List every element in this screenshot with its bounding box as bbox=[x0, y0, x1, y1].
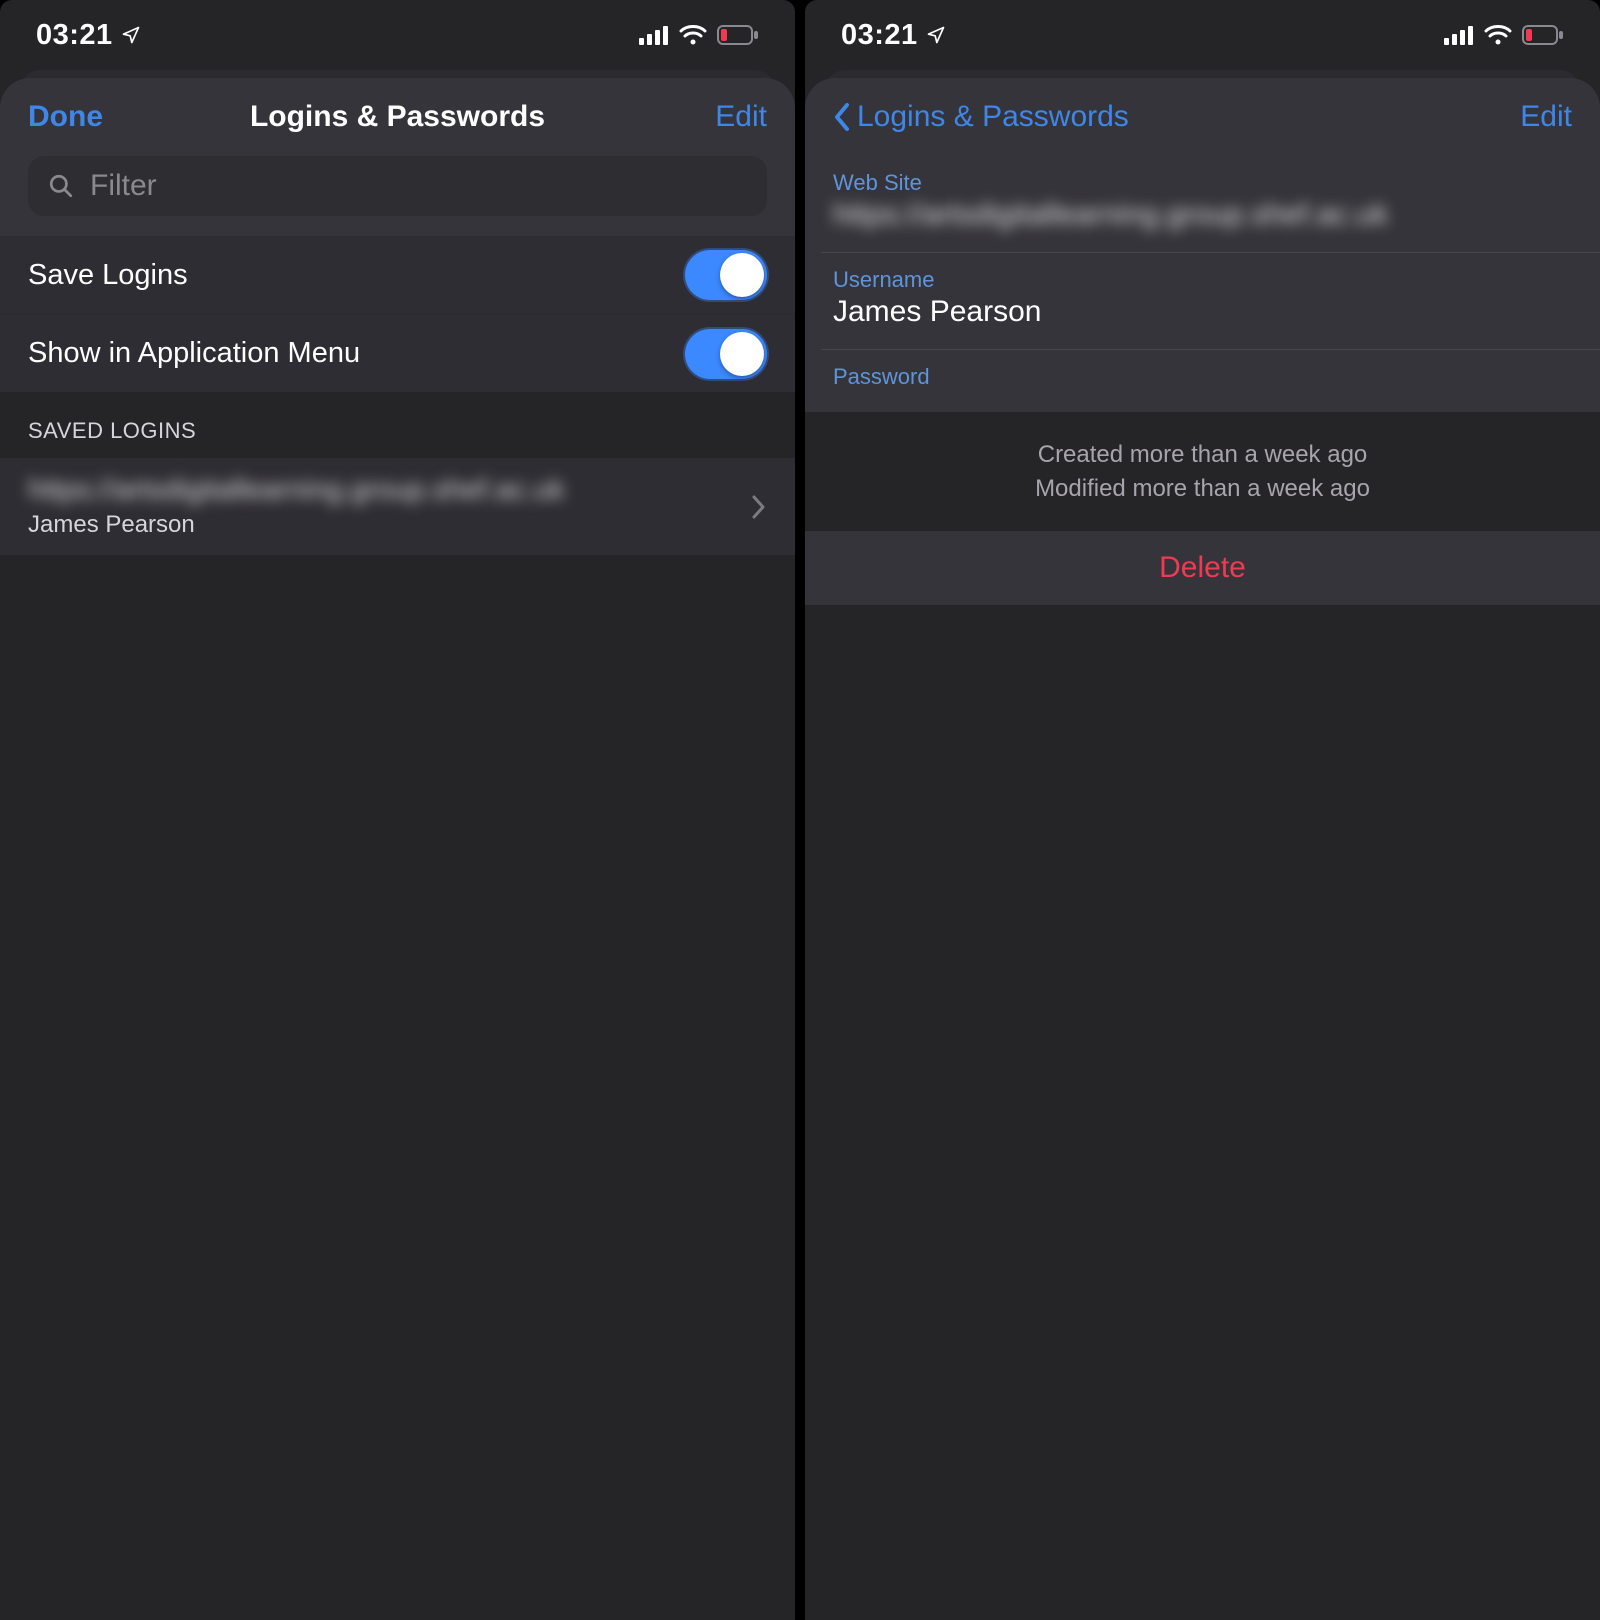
edit-button[interactable]: Edit bbox=[715, 100, 767, 134]
username-label: Username bbox=[833, 267, 1572, 293]
website-label: Web Site bbox=[833, 170, 1572, 196]
website-field[interactable]: Web Site https://artsdigitallearning.gro… bbox=[821, 156, 1600, 253]
phone-right: 03:21 bbox=[805, 0, 1600, 1620]
back-button[interactable]: Logins & Passwords bbox=[833, 100, 1129, 134]
screenshot-divider bbox=[795, 0, 805, 1620]
time-text: 03:21 bbox=[841, 19, 918, 52]
show-in-menu-label: Show in Application Menu bbox=[28, 337, 360, 370]
filter-input[interactable] bbox=[88, 168, 747, 204]
back-label: Logins & Passwords bbox=[857, 100, 1129, 134]
chevron-left-icon bbox=[833, 101, 851, 133]
status-bar: 03:21 bbox=[805, 0, 1600, 70]
phone-left: 03:21 bbox=[0, 0, 795, 1620]
password-label: Password bbox=[833, 364, 1572, 390]
settings-toggle-list: Save Logins Show in Application Menu bbox=[0, 236, 795, 392]
done-button[interactable]: Done bbox=[28, 100, 103, 134]
modified-text: Modified more than a week ago bbox=[805, 472, 1600, 506]
created-text: Created more than a week ago bbox=[805, 438, 1600, 472]
location-arrow-icon bbox=[121, 25, 141, 45]
saved-logins-header: SAVED LOGINS bbox=[0, 392, 795, 458]
empty-space bbox=[0, 555, 795, 1620]
search-icon bbox=[48, 173, 74, 199]
nav-title: Logins & Passwords bbox=[0, 100, 795, 134]
wifi-icon bbox=[1484, 24, 1512, 46]
modal-sheet: Done Logins & Passwords Edit Save Logins bbox=[0, 78, 795, 1620]
saved-login-site: https://artsdigitallearning.group.shef.a… bbox=[28, 474, 735, 507]
filter-search[interactable] bbox=[28, 156, 767, 216]
chevron-right-icon bbox=[751, 494, 767, 520]
saved-login-row[interactable]: https://artsdigitallearning.group.shef.a… bbox=[0, 458, 795, 555]
save-logins-toggle[interactable] bbox=[685, 250, 767, 300]
password-field[interactable]: Password bbox=[821, 350, 1600, 412]
cellular-signal-icon bbox=[1444, 25, 1474, 45]
empty-space bbox=[805, 605, 1600, 1620]
login-detail-list: Web Site https://artsdigitallearning.gro… bbox=[805, 156, 1600, 412]
metadata-block: Created more than a week ago Modified mo… bbox=[805, 412, 1600, 531]
nav-bar: Done Logins & Passwords Edit bbox=[0, 78, 795, 156]
cellular-signal-icon bbox=[639, 25, 669, 45]
time-text: 03:21 bbox=[36, 19, 113, 52]
location-arrow-icon bbox=[926, 25, 946, 45]
battery-icon bbox=[1522, 25, 1564, 45]
nav-bar: Logins & Passwords Edit bbox=[805, 78, 1600, 156]
saved-login-user: James Pearson bbox=[28, 511, 735, 539]
status-time: 03:21 bbox=[841, 19, 946, 52]
edit-button[interactable]: Edit bbox=[1520, 100, 1572, 134]
delete-button[interactable]: Delete bbox=[805, 531, 1600, 605]
wifi-icon bbox=[679, 24, 707, 46]
battery-icon bbox=[717, 25, 759, 45]
status-bar: 03:21 bbox=[0, 0, 795, 70]
website-value: https://artsdigitallearning.group.shef.a… bbox=[833, 198, 1572, 232]
show-in-menu-toggle[interactable] bbox=[685, 329, 767, 379]
username-field[interactable]: Username James Pearson bbox=[821, 253, 1600, 350]
save-logins-label: Save Logins bbox=[28, 259, 188, 292]
username-value: James Pearson bbox=[833, 295, 1572, 329]
show-in-menu-row: Show in Application Menu bbox=[0, 314, 795, 392]
save-logins-row: Save Logins bbox=[0, 236, 795, 314]
status-time: 03:21 bbox=[36, 19, 141, 52]
modal-sheet: Logins & Passwords Edit Web Site https:/… bbox=[805, 78, 1600, 1620]
